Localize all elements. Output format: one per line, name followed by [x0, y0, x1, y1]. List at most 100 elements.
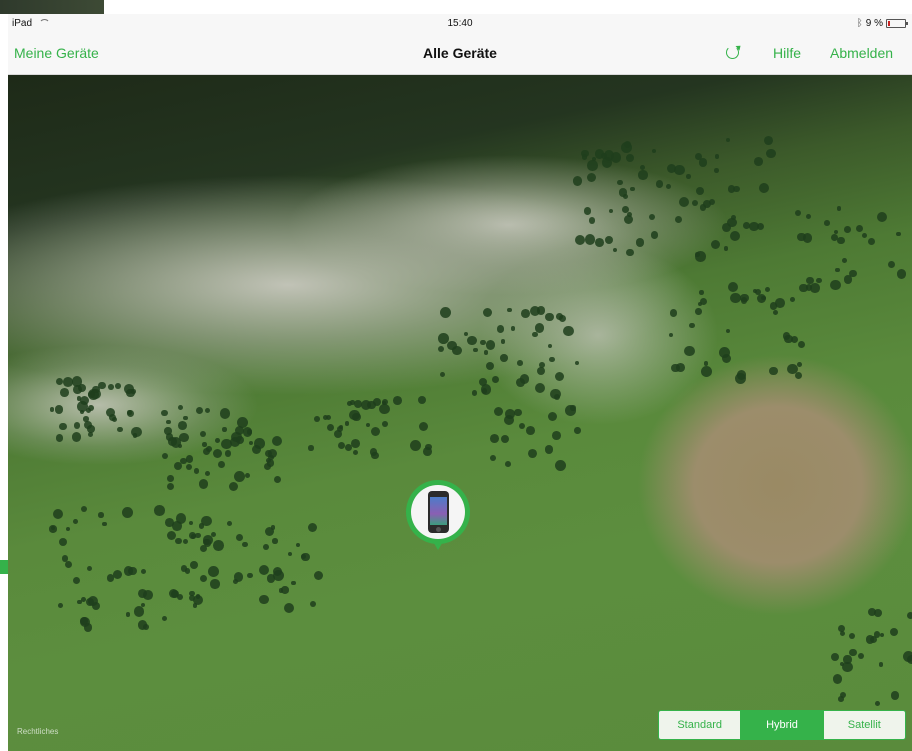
tree	[72, 432, 82, 442]
legal-link[interactable]: Rechtliches	[17, 727, 58, 736]
my-devices-button[interactable]: Meine Geräte	[14, 45, 99, 61]
tree	[251, 445, 262, 455]
tree	[381, 420, 388, 427]
tree	[142, 623, 149, 630]
tree	[620, 141, 632, 153]
tree	[830, 652, 839, 661]
tree	[630, 186, 635, 192]
tree	[749, 221, 759, 231]
help-button[interactable]: Hilfe	[773, 45, 801, 61]
tree	[60, 388, 69, 397]
tree	[521, 308, 531, 318]
tree	[204, 407, 211, 414]
tree	[685, 174, 691, 179]
tree	[695, 252, 701, 257]
tree	[58, 603, 63, 609]
tree	[350, 439, 360, 449]
tree	[549, 388, 561, 400]
tree	[669, 309, 678, 317]
map-view[interactable]	[8, 75, 912, 751]
tree	[56, 434, 64, 442]
tree	[678, 196, 690, 208]
tree	[258, 594, 269, 605]
tree	[233, 572, 244, 582]
map-type-control: Standard Hybrid Satellit	[658, 710, 906, 740]
tree	[694, 152, 703, 161]
tree	[549, 356, 555, 362]
tree	[769, 366, 778, 376]
tree	[574, 361, 579, 366]
tree	[309, 601, 316, 608]
tree	[87, 595, 99, 607]
tree	[338, 441, 346, 450]
tree	[64, 561, 73, 569]
tree	[175, 537, 182, 545]
tree	[855, 224, 864, 233]
tree	[72, 576, 81, 585]
tree	[574, 427, 581, 434]
tree	[514, 408, 522, 417]
tree	[54, 404, 64, 414]
tree	[741, 297, 748, 304]
map-type-standard[interactable]: Standard	[659, 711, 740, 739]
tree	[510, 326, 516, 332]
tree	[559, 314, 567, 322]
tree	[517, 359, 523, 366]
tree	[489, 455, 496, 461]
tree	[726, 329, 731, 334]
tree	[799, 283, 808, 293]
tree	[604, 235, 613, 244]
map-type-hybrid[interactable]: Hybrid	[740, 711, 823, 739]
tree	[848, 632, 856, 640]
tree	[183, 415, 188, 421]
tree	[763, 135, 773, 145]
tree	[889, 628, 898, 637]
map-type-satellite[interactable]: Satellit	[822, 711, 905, 739]
tree	[721, 353, 732, 364]
tree	[697, 302, 702, 307]
tree	[480, 339, 486, 346]
tree	[349, 409, 360, 421]
tree	[344, 420, 350, 426]
tree	[314, 416, 320, 422]
device-location-pin[interactable]	[406, 480, 470, 550]
tree	[224, 450, 232, 457]
tree	[548, 343, 553, 348]
tree	[668, 332, 674, 338]
tree	[183, 538, 189, 544]
tree	[58, 537, 68, 546]
tree	[308, 445, 314, 451]
status-bar: iPad 15:40 ᛒ 9 %	[8, 14, 912, 34]
tree	[217, 461, 225, 469]
tree	[80, 597, 86, 602]
tree	[176, 513, 187, 524]
tree	[622, 205, 629, 213]
tree	[267, 448, 278, 459]
tree	[366, 422, 371, 427]
tree	[73, 421, 81, 429]
tree	[769, 302, 777, 310]
tree	[490, 433, 500, 443]
tree	[180, 565, 188, 572]
tree	[164, 518, 174, 527]
tree	[123, 566, 134, 576]
tree	[114, 382, 121, 389]
tree	[758, 183, 769, 194]
tree	[418, 421, 429, 432]
logout-button[interactable]: Abmelden	[830, 45, 893, 61]
tree	[161, 409, 168, 417]
refresh-icon[interactable]	[726, 46, 739, 59]
tree	[545, 312, 555, 322]
tree	[837, 236, 845, 244]
tree	[858, 653, 865, 660]
tree	[210, 579, 220, 589]
tree	[691, 200, 698, 207]
tree	[698, 158, 708, 167]
tree	[572, 176, 583, 186]
tree	[518, 423, 526, 430]
tree	[601, 152, 607, 159]
tree	[167, 482, 175, 490]
tree	[177, 593, 184, 600]
tree	[844, 225, 851, 233]
tree	[754, 289, 761, 296]
